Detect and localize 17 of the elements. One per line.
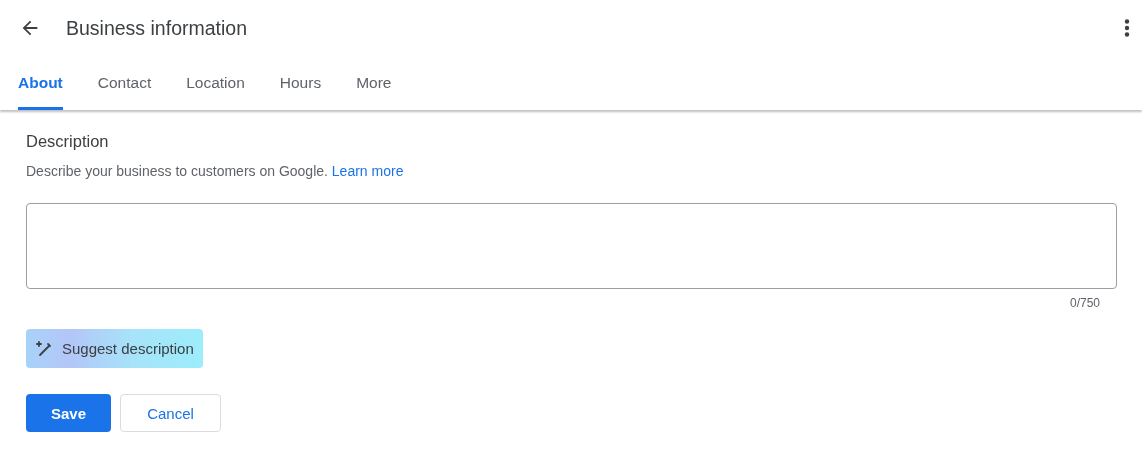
save-button[interactable]: Save — [26, 394, 111, 432]
tab[interactable]: Hours — [279, 56, 322, 110]
section-heading: Description — [26, 132, 110, 151]
page-title: Business information — [66, 16, 248, 40]
description-hint: Describe your business to customers on Google. Learn more — [26, 163, 405, 179]
tab[interactable]: Location — [186, 56, 245, 110]
learn-more-link[interactable]: Learn more — [331, 163, 404, 179]
tab[interactable]: Contact — [97, 56, 152, 110]
suggest-description-button[interactable]: Suggest description — [26, 329, 203, 368]
more-options-button[interactable] — [1124, 19, 1130, 37]
cancel-button[interactable]: Cancel — [120, 394, 221, 432]
tab[interactable]: More — [356, 56, 392, 110]
vertical-dots-icon — [1124, 19, 1130, 37]
description-field[interactable] — [26, 203, 1117, 289]
tab[interactable]: About — [18, 56, 63, 110]
magic-wand-icon — [36, 339, 54, 358]
character-counter: 0/750 — [1068, 296, 1100, 310]
